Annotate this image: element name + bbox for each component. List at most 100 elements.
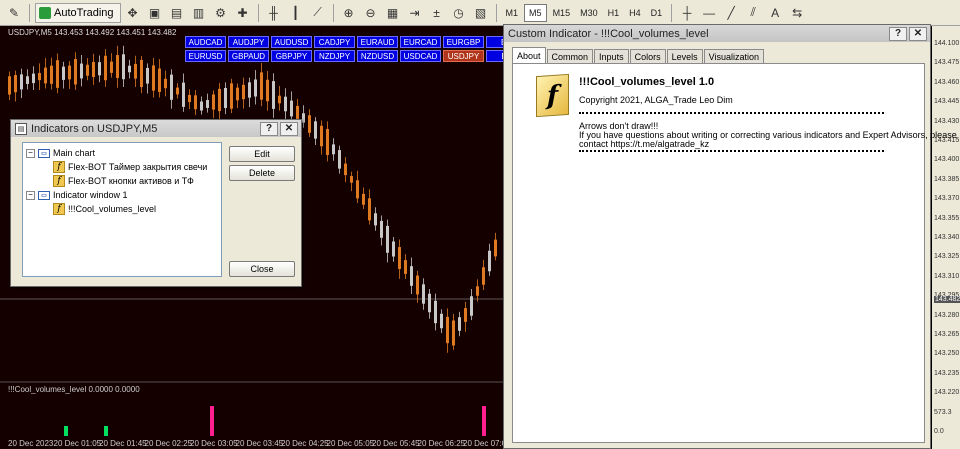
horizontal-line-icon[interactable]: — — [699, 3, 719, 23]
tree-indicator-window[interactable]: − ▭ Indicator window 1 — [23, 188, 221, 202]
price-label: 143.370 — [934, 195, 960, 203]
candle-body — [344, 163, 347, 176]
zoom-out-icon[interactable]: ⊖ — [361, 3, 381, 23]
tab-colors[interactable]: Colors — [629, 49, 666, 63]
candle-body — [110, 61, 113, 73]
timeframe-m1[interactable]: M1 — [502, 4, 523, 22]
timeframe-d1[interactable]: D1 — [647, 4, 667, 22]
timeframe-h4[interactable]: H4 — [625, 4, 645, 22]
symbol-button-nzdjpy[interactable]: NZDJPY — [314, 50, 355, 62]
candle-body — [248, 82, 251, 98]
close-button[interactable]: Close — [229, 261, 295, 277]
tree-main-chart[interactable]: − ▭ Main chart — [23, 146, 221, 160]
indicators-window-icon: ▤ — [15, 122, 27, 135]
timeframe-m30[interactable]: M30 — [576, 4, 602, 22]
symbol-button-usdjpy[interactable]: USDJPY — [443, 50, 484, 62]
candle-chart-icon[interactable]: ┃ — [286, 3, 306, 23]
custom-indicator-icon: f — [536, 73, 569, 118]
timeframe-m15[interactable]: M15 — [549, 4, 575, 22]
chart-shift-icon[interactable]: ▤ — [167, 3, 187, 23]
price-label: 143.400 — [934, 156, 960, 164]
periods-icon[interactable]: ◷ — [449, 3, 469, 23]
candle-body — [26, 76, 29, 84]
candle-body — [38, 73, 41, 81]
crosshair-move-icon[interactable]: ✥ — [123, 3, 143, 23]
candle-body — [14, 75, 17, 93]
tree-item-timer-label: Flex-BOT Таймер закрытия свечи — [68, 162, 208, 172]
candle-body — [356, 180, 359, 199]
autoscroll-icon[interactable]: ▥ — [189, 3, 209, 23]
bar-chart-icon[interactable]: ╫ — [264, 3, 284, 23]
autotrading-button[interactable]: AutoTrading — [35, 2, 121, 23]
new-order-icon[interactable]: ✚ — [233, 3, 253, 23]
cursor-cross-icon[interactable]: ┼ — [677, 3, 697, 23]
scroll-end-icon[interactable]: ⇥ — [405, 3, 425, 23]
tab-inputs[interactable]: Inputs — [594, 49, 629, 63]
indicators-icon[interactable]: ± — [427, 3, 447, 23]
help-button[interactable]: ? — [889, 26, 907, 41]
indicators-tree[interactable]: − ▭ Main chart f Flex-BOT Таймер закрыти… — [22, 142, 222, 277]
candle-body — [350, 176, 353, 183]
collapse-icon[interactable]: − — [26, 190, 35, 200]
lock-icon[interactable]: ▣ — [145, 3, 165, 23]
indicator-icon: f — [53, 175, 65, 187]
symbol-button-gbpaud[interactable]: GBPAUD — [228, 50, 269, 62]
candle-body — [386, 225, 389, 253]
symbol-button-eurcad[interactable]: EURCAD — [400, 36, 441, 48]
zoom-in-icon[interactable]: ⊕ — [339, 3, 359, 23]
candle-body — [116, 55, 119, 78]
delete-button[interactable]: Delete — [229, 165, 295, 181]
indicator-name: !!!Cool_volumes_level 1.0 — [579, 76, 715, 88]
trendline-icon[interactable]: ╱ — [721, 3, 741, 23]
indicators-dialog-titlebar[interactable]: ▤ Indicators on USDJPY,M5 ? ✕ — [11, 120, 301, 137]
tab-common[interactable]: Common — [546, 49, 594, 63]
tree-item-timer[interactable]: f Flex-BOT Таймер закрытия свечи — [23, 160, 221, 174]
edit-button[interactable]: Edit — [229, 146, 295, 162]
candle-body — [128, 65, 131, 73]
candle-body — [122, 54, 125, 80]
autotrading-icon — [39, 6, 51, 19]
close-dialog-button[interactable]: ✕ — [909, 26, 927, 41]
candle-body — [62, 66, 65, 80]
timeframe-m5[interactable]: M5 — [524, 3, 547, 22]
volume-level-bar — [104, 426, 108, 436]
symbol-button-cadjpy[interactable]: CADJPY — [314, 36, 355, 48]
line-chart-icon[interactable]: ⟋ — [308, 3, 328, 23]
tab-levels[interactable]: Levels — [666, 49, 703, 63]
channel-icon[interactable]: ⫽ — [743, 3, 763, 23]
chart-folder-icon: ▭ — [38, 148, 50, 158]
symbol-button-audcad[interactable]: AUDCAD — [185, 36, 226, 48]
symbol-button-eurgbp[interactable]: EURGBP — [443, 36, 484, 48]
gear-icon[interactable]: ⚙ — [211, 3, 231, 23]
custom-indicator-title: Custom Indicator - !!!Cool_volumes_level — [508, 27, 709, 40]
close-dialog-button[interactable]: ✕ — [280, 121, 298, 136]
candle-body — [146, 67, 149, 84]
toolbar-separator — [495, 3, 497, 22]
candle-body — [338, 150, 341, 169]
tile-windows-icon[interactable]: ▦ — [383, 3, 403, 23]
templates-icon[interactable]: ▧ — [471, 3, 491, 23]
custom-indicator-titlebar[interactable]: Custom Indicator - !!!Cool_volumes_level… — [504, 25, 930, 42]
symbol-button-audusd[interactable]: AUDUSD — [271, 36, 312, 48]
tree-item-cool-volumes[interactable]: f !!!Cool_volumes_level — [23, 202, 221, 216]
symbol-button-eurusd[interactable]: EURUSD — [185, 50, 226, 62]
candle-body — [164, 78, 167, 89]
price-label: 143.235 — [934, 369, 960, 377]
shapes-icon[interactable]: ⇆ — [787, 3, 807, 23]
tab-visualization[interactable]: Visualization — [703, 49, 764, 63]
symbol-button-nzdusd[interactable]: NZDUSD — [357, 50, 398, 62]
collapse-icon[interactable]: − — [26, 148, 35, 158]
text-tool-icon[interactable]: A — [765, 3, 785, 23]
symbol-button-audjpy[interactable]: AUDJPY — [228, 36, 269, 48]
symbol-button-gbpjpy[interactable]: GBPJPY — [271, 50, 312, 62]
candle-body — [98, 62, 101, 76]
price-label: 143.385 — [934, 175, 960, 183]
current-price-label: 143.482 — [934, 296, 960, 303]
tab-about[interactable]: About — [512, 47, 546, 63]
timeframe-h1[interactable]: H1 — [604, 4, 624, 22]
symbol-button-usdcad[interactable]: USDCAD — [400, 50, 441, 62]
symbol-button-euraud[interactable]: EURAUD — [357, 36, 398, 48]
tree-item-buttons[interactable]: f Flex-BOT кнопки активов и ТФ — [23, 174, 221, 188]
help-button[interactable]: ? — [260, 121, 278, 136]
pencil-icon[interactable]: ✎ — [4, 3, 24, 23]
